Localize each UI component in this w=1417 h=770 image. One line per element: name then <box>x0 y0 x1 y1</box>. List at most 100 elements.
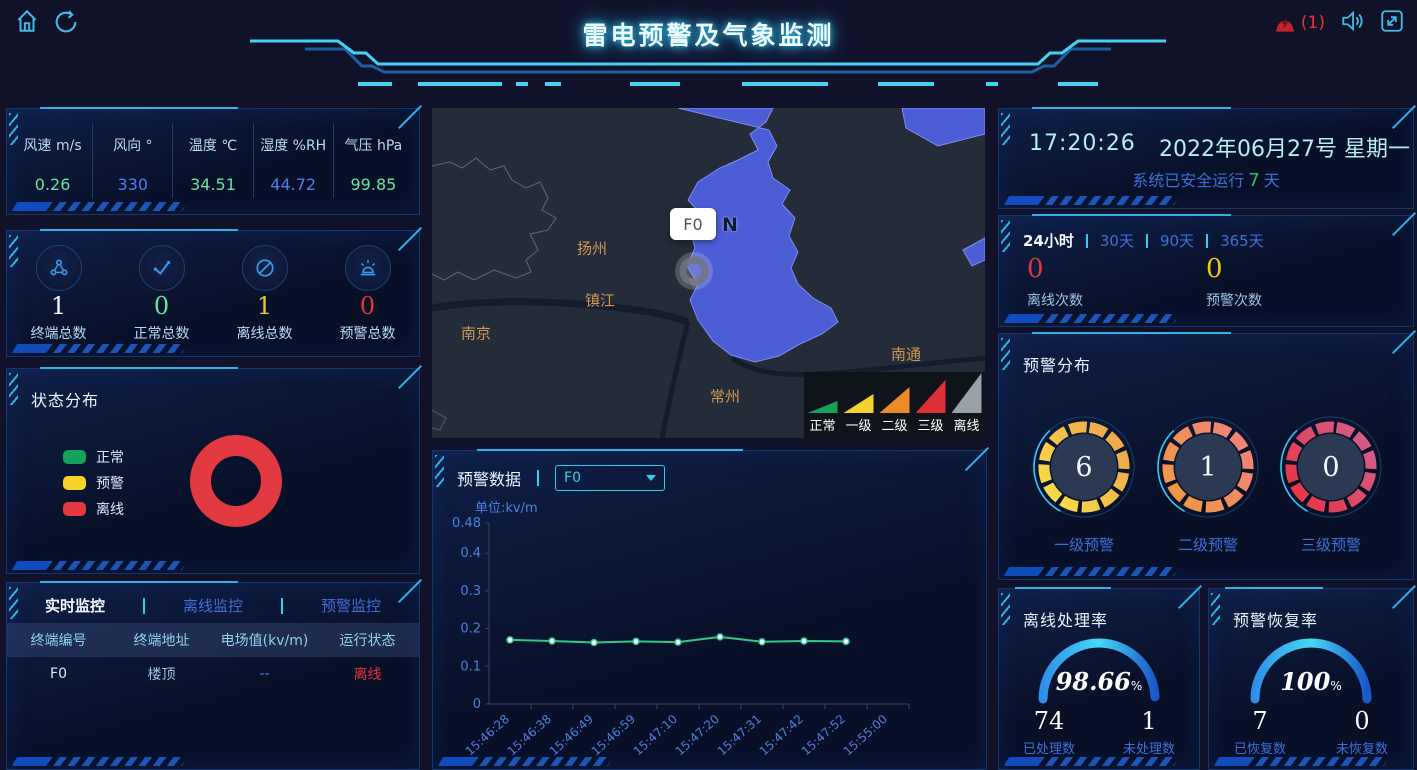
check-icon <box>151 257 173 279</box>
level3-gauge: 0 三级预警 <box>1276 412 1386 526</box>
map-legend-item: 正常 <box>807 401 839 434</box>
current-date: 2022年06月27号 星期一 <box>1159 131 1410 163</box>
monitor-panel: 实时监控 离线监控 预警监控 终端编号 终端地址 电场值(kv/m) 运行状态 … <box>6 582 420 770</box>
svg-text:15:47:52: 15:47:52 <box>799 712 848 758</box>
table-row: F0 楼顶 -- 离线 <box>7 659 419 689</box>
svg-text:15:47:42: 15:47:42 <box>757 712 806 758</box>
legend-item: 离线 <box>63 499 124 519</box>
map-partial-label: N <box>722 214 738 236</box>
svg-text:0.2: 0.2 <box>460 622 481 637</box>
gauge-label: 一级预警 <box>1029 534 1139 555</box>
terminal-network-icon <box>48 257 70 279</box>
fullscreen-icon <box>1379 8 1405 34</box>
legend-swatch <box>63 476 86 490</box>
alarm-icon <box>357 257 379 279</box>
gauge-value: 1 <box>1153 412 1263 522</box>
weather-panel: 风速 m/s 0.26 风向 ° 330 温度 ℃ 34.51 湿度 %RH 4… <box>6 108 420 215</box>
total-stat: 0 预警总数 <box>316 241 419 348</box>
city-label: 常州 <box>710 386 740 407</box>
recover-rate-gauge: 100% <box>1241 627 1381 711</box>
svg-text:15:46:59: 15:46:59 <box>589 712 638 758</box>
gauge-value: 0 <box>1276 412 1386 522</box>
offline-rate-gauge: 98.66% <box>1029 627 1169 711</box>
svg-text:15:55:00: 15:55:00 <box>841 712 890 758</box>
current-time: 17:20:26 <box>1029 131 1136 156</box>
counts-panel: 24小时 30天 90天 365天 0 离线次数 0 预警次数 <box>998 215 1414 327</box>
offline-rate-panel: 离线处理率 98.66% 74已处理数 1未处理数 <box>998 588 1200 770</box>
tab-separator <box>1206 234 1208 248</box>
city-label: 南京 <box>461 323 491 344</box>
alarm-count: (1) <box>1301 13 1325 33</box>
total-stat: 1 离线总数 <box>213 241 316 348</box>
total-stat: 1 终端总数 <box>7 241 110 348</box>
svg-text:15:47:20: 15:47:20 <box>673 712 722 758</box>
status-donut-chart <box>190 435 282 527</box>
panel-title: 预警数据 <box>457 466 521 490</box>
svg-text:15:46:49: 15:46:49 <box>547 712 596 758</box>
totals-panel: 1 终端总数 0 正常总数 1 离线总数 0 <box>6 230 420 357</box>
gauge-value: 6 <box>1029 412 1139 522</box>
svg-text:15:47:31: 15:47:31 <box>715 712 764 758</box>
weather-metric: 风向 ° 330 <box>93 123 173 198</box>
divider <box>537 470 539 486</box>
map-legend-item: 二级 <box>879 387 911 434</box>
alarm-bell-icon <box>1273 11 1297 35</box>
tab-realtime-monitor[interactable]: 实时监控 <box>7 595 143 616</box>
warning-data-panel: 预警数据 F0 单位:kv/m 00.10.20.30.40.4815:46:2… <box>432 450 987 770</box>
legend-swatch <box>63 450 86 464</box>
map[interactable]: 扬州 镇江 南京 常州 南通 N F0 正常 一级 二级 三级 离线 <box>432 108 985 438</box>
status-distribution-panel: 状态分布 正常 预警 离线 <box>6 368 420 574</box>
legend-swatch <box>63 502 86 516</box>
svg-text:0: 0 <box>473 697 481 712</box>
svg-text:15:47:10: 15:47:10 <box>631 712 680 758</box>
recover-rate-panel: 预警恢复率 100% 7已恢复数 0未恢复数 <box>1208 588 1414 770</box>
panel-title: 预警分布 <box>1023 352 1091 376</box>
tab-24h[interactable]: 24小时 <box>1023 230 1074 251</box>
uptime-days: 7 <box>1244 170 1263 191</box>
recover-rate-stats: 7已恢复数 0未恢复数 <box>1209 707 1413 757</box>
speaker-icon <box>1339 8 1365 34</box>
tab-offline-monitor[interactable]: 离线监控 <box>145 595 281 616</box>
gauge-label: 二级预警 <box>1153 534 1263 555</box>
clock-panel: 17:20:26 2022年06月27号 星期一 系统已安全运行7天 <box>998 108 1414 209</box>
svg-text:0.3: 0.3 <box>460 584 481 599</box>
svg-text:15:46:28: 15:46:28 <box>463 712 512 758</box>
svg-text:0.1: 0.1 <box>460 659 481 674</box>
level1-gauge: 6 一级预警 <box>1029 412 1139 526</box>
map-tooltip: F0 <box>670 208 716 240</box>
total-stat: 0 正常总数 <box>110 241 213 348</box>
svg-text:0.48: 0.48 <box>452 516 481 531</box>
weather-metric: 湿度 %RH 44.72 <box>254 123 334 198</box>
page-title: 雷电预警及气象监测 <box>0 16 1417 52</box>
fullscreen-button[interactable] <box>1379 8 1405 38</box>
city-label: 镇江 <box>585 290 615 311</box>
alarm-button[interactable]: (1) <box>1273 11 1325 35</box>
tab-separator <box>1086 234 1088 248</box>
field-line-chart: 00.10.20.30.40.4815:46:2815:46:3815:46:4… <box>433 511 986 769</box>
map-legend-item: 一级 <box>843 394 875 434</box>
panel-title: 状态分布 <box>31 387 99 411</box>
weather-metric: 气压 hPa 99.85 <box>334 123 413 198</box>
offline-rate-stats: 74已处理数 1未处理数 <box>999 707 1199 757</box>
sound-button[interactable] <box>1339 8 1365 38</box>
uptime: 系统已安全运行7天 <box>999 167 1413 191</box>
tab-30d[interactable]: 30天 <box>1100 230 1134 251</box>
city-label: 南通 <box>891 344 921 365</box>
weather-metric: 风速 m/s 0.26 <box>13 123 93 198</box>
tab-separator <box>1146 234 1148 248</box>
map-legend: 正常 一级 二级 三级 离线 <box>804 372 985 438</box>
map-legend-item: 离线 <box>951 373 983 434</box>
legend-item: 正常 <box>63 447 124 467</box>
weather-metric: 温度 ℃ 34.51 <box>173 123 253 198</box>
warning-distribution-panel: 预警分布 6 一级预警 1 二级预警 <box>998 333 1414 580</box>
tab-365d[interactable]: 365天 <box>1220 230 1264 251</box>
dashboard: 雷电预警及气象监测 (1) <box>0 0 1417 770</box>
station-select[interactable]: F0 <box>555 465 665 491</box>
gauge-label: 三级预警 <box>1276 534 1386 555</box>
map-legend-item: 三级 <box>915 380 947 434</box>
tab-warning-monitor[interactable]: 预警监控 <box>283 595 419 616</box>
legend-item: 预警 <box>63 473 124 493</box>
tab-90d[interactable]: 90天 <box>1160 230 1194 251</box>
level2-gauge: 1 二级预警 <box>1153 412 1263 526</box>
header: 雷电预警及气象监测 (1) <box>0 0 1417 95</box>
